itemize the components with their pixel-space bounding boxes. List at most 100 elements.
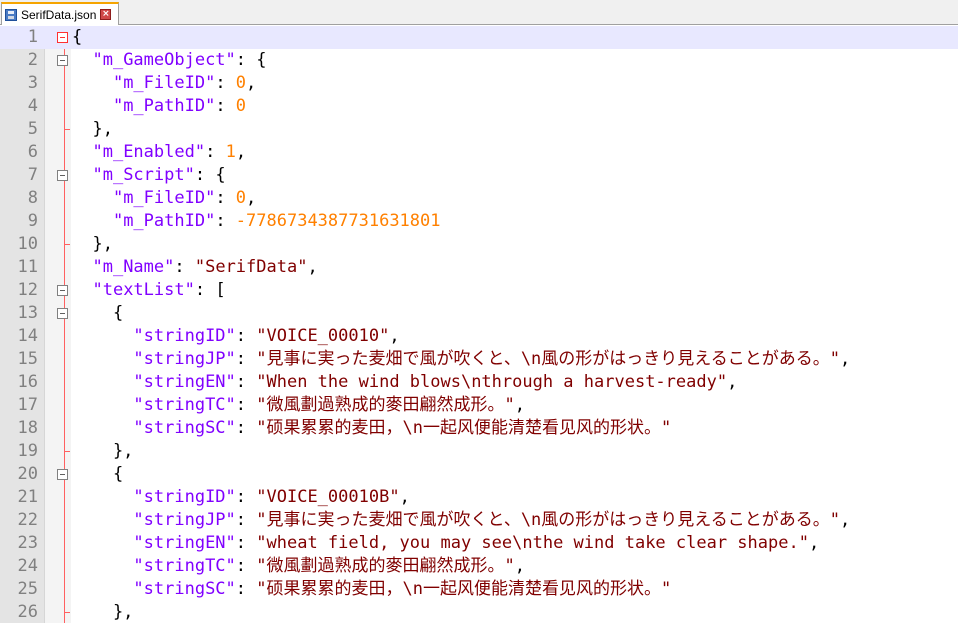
fold-minus-icon[interactable]	[57, 308, 68, 319]
code-line[interactable]: 20 {	[0, 463, 958, 486]
json-punct	[72, 96, 113, 116]
json-string: "硕果累累的麦田，\n一起风便能清楚看见风的形状。"	[256, 418, 672, 438]
code-line[interactable]: 18 "stringSC": "硕果累累的麦田，\n一起风便能清楚看见风的形状。…	[0, 417, 958, 440]
json-punct	[72, 257, 92, 277]
json-punct: ,	[389, 326, 400, 346]
json-punct: :	[235, 372, 257, 392]
json-punct	[72, 349, 133, 369]
json-punct	[72, 510, 133, 530]
code-line[interactable]: 19 },	[0, 440, 958, 463]
json-punct: :	[215, 73, 236, 93]
code-line[interactable]: 8 "m_FileID": 0,	[0, 187, 958, 210]
line-number: 13	[17, 303, 38, 323]
fold-end-marker	[64, 129, 70, 130]
line-number: 5	[27, 119, 38, 139]
json-punct: ,	[514, 556, 525, 576]
fold-end-marker	[64, 244, 70, 245]
code-line[interactable]: 15 "stringJP": "見事に実った麦畑で風が吹くと、\n風の形がはっき…	[0, 348, 958, 371]
json-punct: :	[235, 326, 257, 346]
json-key: "stringJP"	[133, 510, 236, 530]
line-number: 25	[17, 579, 38, 599]
json-key: "m_FileID"	[112, 73, 216, 93]
json-punct: : {	[235, 50, 267, 70]
json-punct: :	[235, 556, 257, 576]
code-line[interactable]: 10 },	[0, 233, 958, 256]
json-punct: ,	[246, 188, 257, 208]
fold-minus-icon[interactable]	[57, 469, 68, 480]
code-line[interactable]: 6 "m_Enabled": 1,	[0, 141, 958, 164]
code-line[interactable]: 3 "m_FileID": 0,	[0, 72, 958, 95]
json-punct	[72, 533, 133, 553]
json-string: "見事に実った麦畑で風が吹くと、\n風の形がはっきり見えることがある。"	[256, 510, 841, 530]
code-line[interactable]: 4 "m_PathID": 0	[0, 95, 958, 118]
code-line[interactable]: 23 "stringEN": "wheat field, you may see…	[0, 532, 958, 555]
code-text: "m_GameObject": {	[72, 49, 267, 72]
code-line[interactable]: 12 "textList": [	[0, 279, 958, 302]
json-punct: },	[72, 441, 134, 461]
code-line[interactable]: 26 },	[0, 601, 958, 623]
code-text: "stringTC": "微風劃過熟成的麥田翩然成形。",	[72, 555, 525, 578]
code-text: "stringJP": "見事に実った麦畑で風が吹くと、\n風の形がはっきり見え…	[72, 509, 850, 532]
code-text: "stringTC": "微風劃過熟成的麥田翩然成形。",	[72, 394, 525, 417]
code-line[interactable]: 9 "m_PathID": -7786734387731631801	[0, 210, 958, 233]
fold-minus-icon[interactable]	[57, 170, 68, 181]
json-key: "stringJP"	[133, 349, 236, 369]
json-punct: :	[235, 487, 257, 507]
json-punct	[72, 188, 113, 208]
fold-minus-icon[interactable]	[57, 55, 68, 66]
code-line[interactable]: 14 "stringID": "VOICE_00010",	[0, 325, 958, 348]
code-text: {	[72, 26, 82, 49]
code-line[interactable]: 25 "stringSC": "硕果累累的麦田，\n一起风便能清楚看见风的形状。…	[0, 578, 958, 601]
line-number: 11	[17, 257, 38, 277]
code-line[interactable]: 11 "m_Name": "SerifData",	[0, 256, 958, 279]
line-number: 9	[27, 211, 38, 231]
fold-end-marker	[64, 451, 70, 452]
line-number: 19	[17, 441, 38, 461]
code-line[interactable]: 24 "stringTC": "微風劃過熟成的麥田翩然成形。",	[0, 555, 958, 578]
line-number: 26	[17, 602, 38, 622]
code-line[interactable]: 16 "stringEN": "When the wind blows\nthr…	[0, 371, 958, 394]
code-line[interactable]: 2 "m_GameObject": {	[0, 49, 958, 72]
json-punct: {	[72, 464, 124, 484]
json-key: "m_GameObject"	[92, 50, 236, 70]
code-line[interactable]: 5 },	[0, 118, 958, 141]
fold-minus-icon[interactable]	[57, 285, 68, 296]
json-key: "stringSC"	[133, 418, 236, 438]
json-punct: :	[235, 418, 257, 438]
json-key: "m_PathID"	[112, 211, 216, 231]
json-punct: :	[235, 349, 257, 369]
json-key: "m_PathID"	[112, 96, 216, 116]
code-line[interactable]: 17 "stringTC": "微風劃過熟成的麥田翩然成形。",	[0, 394, 958, 417]
code-line[interactable]: 7 "m_Script": {	[0, 164, 958, 187]
json-punct: ,	[399, 487, 410, 507]
code-editor[interactable]: 1{2 "m_GameObject": {3 "m_FileID": 0, 4 "…	[0, 26, 958, 623]
code-line[interactable]: 22 "stringJP": "見事に実った麦畑で風が吹くと、\n風の形がはっき…	[0, 509, 958, 532]
json-punct: : {	[194, 165, 226, 185]
code-text: "stringEN": "When the wind blows\nthroug…	[72, 371, 737, 394]
line-number: 8	[27, 188, 38, 208]
json-punct: {	[72, 27, 83, 47]
json-string: "見事に実った麦畑で風が吹くと、\n風の形がはっきり見えることがある。"	[256, 349, 841, 369]
json-punct: :	[235, 533, 257, 553]
code-text: {	[72, 463, 123, 486]
code-text: "stringJP": "見事に実った麦畑で風が吹くと、\n風の形がはっきり見え…	[72, 348, 850, 371]
code-text: },	[72, 601, 133, 623]
tab-serifdata-json[interactable]: SerifData.json ×	[1, 2, 119, 25]
code-text: "stringID": "VOICE_00010",	[72, 325, 400, 348]
code-line[interactable]: 21 "stringID": "VOICE_00010B",	[0, 486, 958, 509]
close-icon[interactable]: ×	[100, 9, 112, 20]
json-key: "stringID"	[133, 487, 236, 507]
json-punct	[72, 579, 133, 599]
code-line[interactable]: 1{	[0, 26, 958, 49]
json-punct	[72, 280, 92, 300]
code-text: "stringID": "VOICE_00010B",	[72, 486, 410, 509]
code-text: "m_Enabled": 1,	[72, 141, 246, 164]
line-number: 22	[17, 510, 38, 530]
json-punct: ,	[235, 142, 247, 162]
json-key: "stringSC"	[133, 579, 236, 599]
code-line[interactable]: 13 {	[0, 302, 958, 325]
json-key: "stringTC"	[133, 556, 236, 576]
json-punct	[72, 142, 92, 162]
fold-minus-icon[interactable]	[57, 32, 68, 43]
json-string: "When the wind blows\nthrough a harvest-…	[256, 372, 728, 392]
